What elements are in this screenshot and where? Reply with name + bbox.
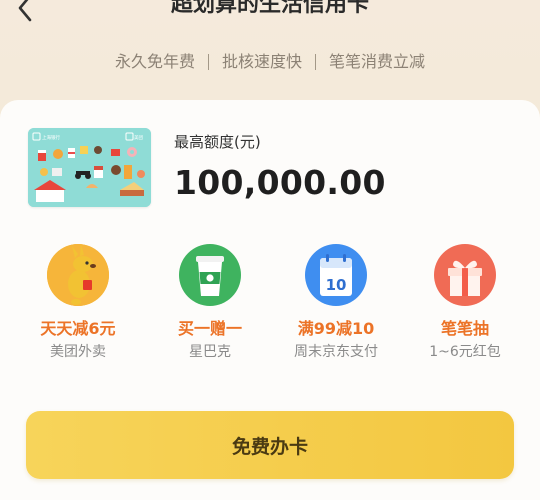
divider (315, 54, 316, 70)
benefit-subtitle: 星巴克 (189, 344, 231, 360)
divider (207, 54, 209, 70)
credit-limit-value: 100,000.00 (174, 163, 386, 202)
benefit-subtitle: 美团外卖 (50, 344, 106, 360)
coffee-cup-icon (179, 244, 241, 306)
card-brand-right: 美团 (134, 134, 143, 141)
calendar-coupon-icon: 10 (305, 244, 367, 306)
feature-subtitle: 永久免年费 批核速度快 笔笔消费立减 (0, 50, 540, 74)
benefit-meituan-delivery[interactable]: 天天减6元 美团外卖 (16, 244, 140, 362)
benefit-title: 笔笔抽 (440, 319, 489, 338)
benefit-starbucks[interactable]: 买一赠一 星巴克 (148, 244, 272, 362)
feature-no-annual-fee: 永久免年费 (114, 52, 195, 71)
feature-fast-approval: 批核速度快 (221, 52, 302, 71)
credit-card-image: 上海银行 美团 (28, 128, 151, 207)
calendar-number: 10 (326, 276, 347, 294)
benefit-title: 买一赠一 (177, 319, 242, 338)
card-brand-left: 上海银行 (42, 134, 60, 141)
gift-box-icon (434, 244, 496, 306)
benefit-red-packet[interactable]: 笔笔抽 1~6元红包 (403, 244, 527, 362)
page-title: 超划算的生活信用卡 (170, 0, 369, 17)
benefit-title: 天天减6元 (40, 319, 116, 338)
benefit-subtitle: 1~6元红包 (429, 344, 501, 360)
credit-limit-label: 最高额度(元) (174, 133, 261, 151)
benefit-jd-pay[interactable]: 10 满99减10 周末京东支付 (274, 244, 398, 362)
feature-instant-discount: 笔笔消费立减 (329, 52, 426, 71)
benefit-subtitle: 周末京东支付 (294, 344, 378, 360)
apply-card-button[interactable]: 免费办卡 (26, 411, 514, 479)
benefit-title: 满99减10 (297, 319, 375, 338)
kangaroo-icon (47, 244, 109, 306)
